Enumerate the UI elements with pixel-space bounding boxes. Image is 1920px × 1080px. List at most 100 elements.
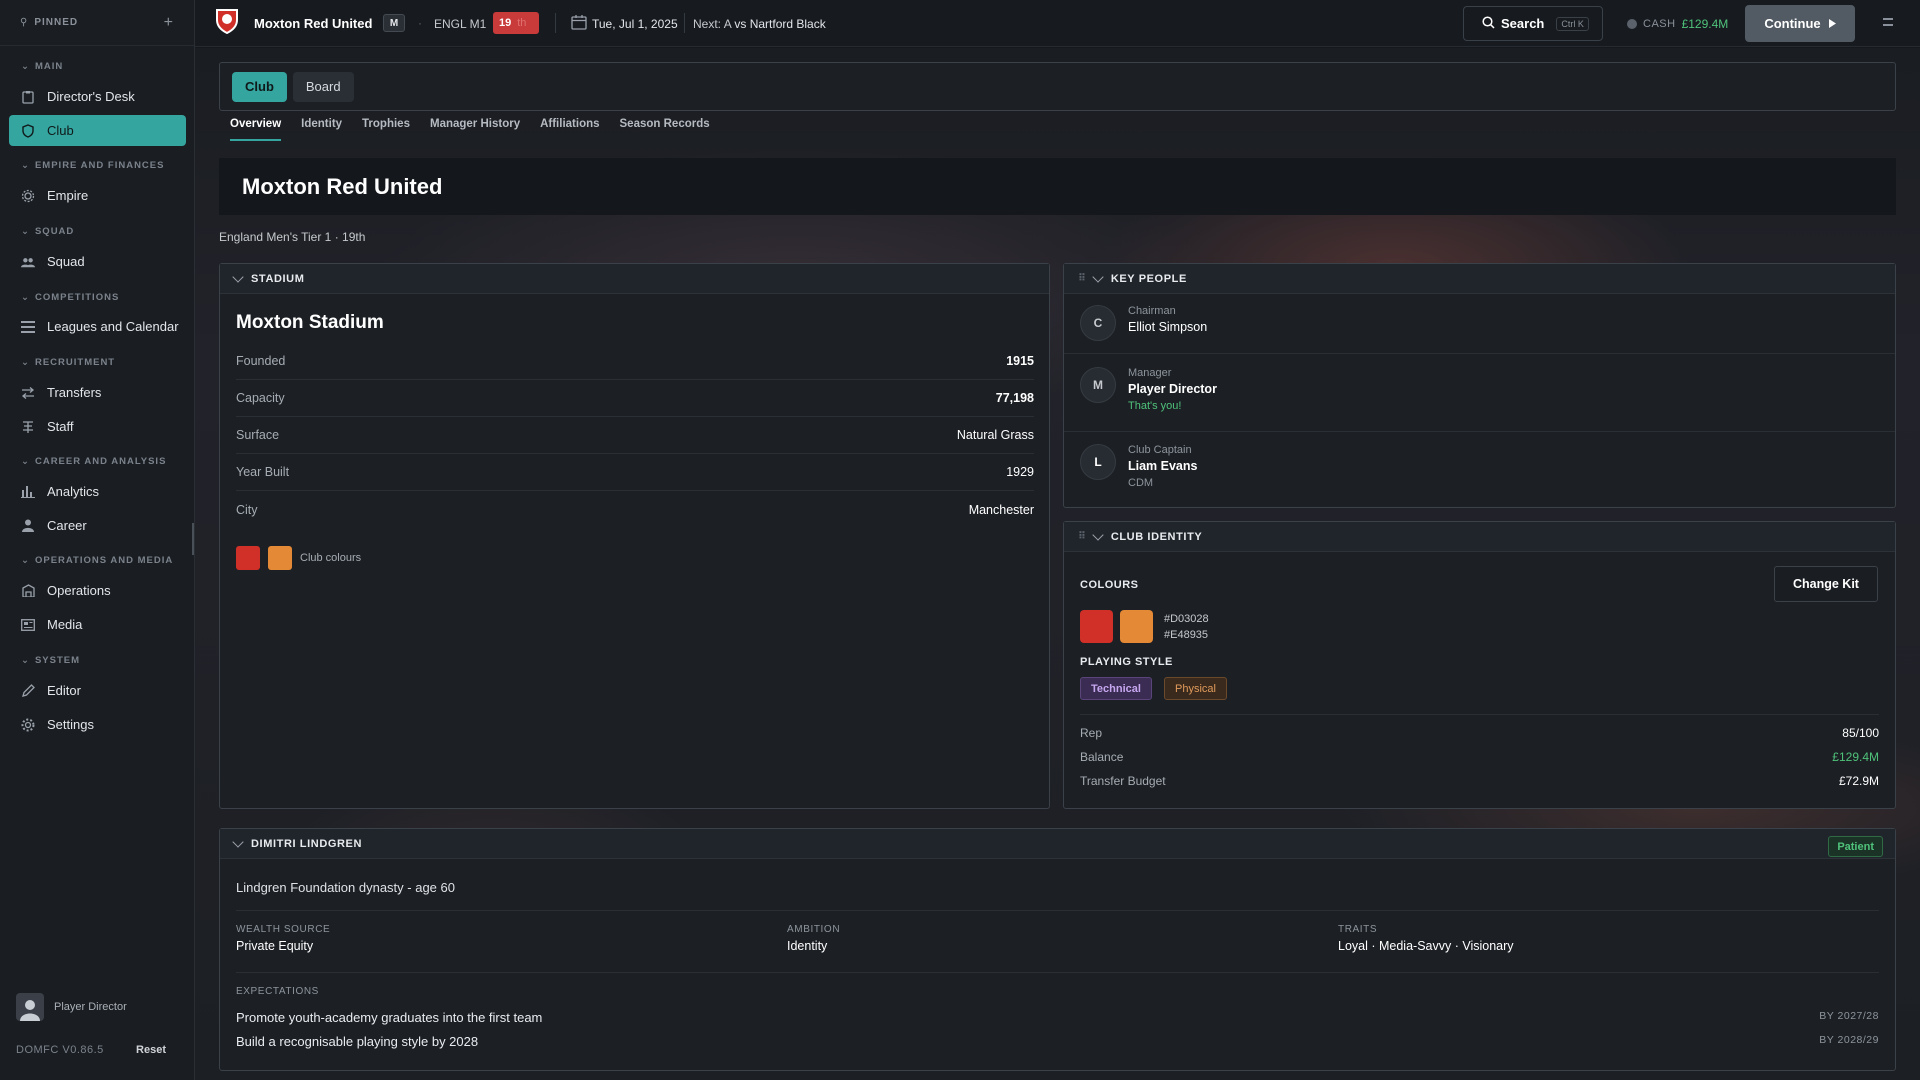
search-shortcut: Ctrl K [1556,16,1589,31]
sidebar-item-squad[interactable]: Squad [9,246,186,277]
tab-club[interactable]: Club [232,71,287,102]
cash-label: CASH [1643,18,1676,30]
section-competitions[interactable]: ⌄ COMPETITIONS [0,292,119,303]
league-position-badge: 19th [493,12,539,34]
next-fixture[interactable]: Next: A vs Nartford Black [693,17,826,31]
reset-button[interactable]: Reset [136,1044,166,1056]
club-badge: M [383,14,405,32]
drag-handle-icon[interactable]: ⠿ [1078,531,1086,542]
sidebar-item-label: Editor [47,683,81,698]
sidebar-item-club[interactable]: Club [9,115,186,146]
colour-swatch-primary [1080,610,1113,643]
change-kit-button[interactable]: Change Kit [1774,566,1878,602]
playing-style-label: PLAYING STYLE [1080,656,1173,668]
chevron-down-icon: ⌄ [21,655,30,666]
sidebar-item-staff[interactable]: Staff [9,411,186,442]
style-chip-physical: Physical [1164,677,1227,700]
colours-label: COLOURS [1080,579,1139,591]
bar-chart-icon [21,485,35,499]
section-main[interactable]: ⌄ MAIN [0,61,63,72]
sidebar-item-leagues[interactable]: Leagues and Calendar [9,311,186,342]
add-pin-button[interactable]: + [164,14,174,32]
sidebar-item-label: Club [47,123,74,138]
club-name[interactable]: Moxton Red United [254,16,372,31]
continue-button[interactable]: Continue [1745,5,1855,42]
sidebar-item-label: Squad [47,254,85,269]
subtab-overview[interactable]: Overview [230,118,282,141]
shield-icon [21,123,35,138]
sidebar-item-label: Career [47,518,87,533]
section-squad[interactable]: ⌄ SQUAD [0,226,74,237]
colour-swatch-primary [236,546,260,570]
chevron-down-icon [232,835,244,848]
key-people-panel: ⠿ KEY PEOPLE C Chairman Elliot Simpson M … [1063,263,1896,508]
chevron-down-icon: ⌄ [21,555,30,566]
league-label[interactable]: ENGL M1 [434,17,486,31]
topbar: Moxton Red United M · ENGL M1 19th Tue, … [195,0,1920,47]
section-system[interactable]: ⌄ SYSTEM [0,655,80,666]
colour-swatch-secondary [268,546,292,570]
sidebar-item-career[interactable]: Career [9,510,186,541]
sidebar-item-label: Operations [47,583,111,598]
drag-handle-icon[interactable]: ⠿ [1078,273,1086,284]
chevron-down-icon: ⌄ [21,357,30,368]
version-label: DOMFC V0.86.5 [16,1044,104,1056]
cash-value: £129.4M [1681,17,1729,31]
sidebar-item-analytics[interactable]: Analytics [9,476,186,507]
person-chairman[interactable]: C Chairman Elliot Simpson [1080,305,1207,341]
chevron-down-icon: ⌄ [21,160,30,171]
search-button[interactable]: Search Ctrl K [1463,6,1603,41]
section-operations[interactable]: ⌄ OPERATIONS AND MEDIA [0,555,173,566]
section-recruitment[interactable]: ⌄ RECRUITMENT [0,357,115,368]
sidebar-item-label: Media [47,617,83,632]
avatar: C [1080,305,1116,341]
person-manager[interactable]: M Manager Player Director That's you! [1080,367,1217,412]
sidebar-item-settings[interactable]: Settings [9,709,186,740]
sidebar-item-directors-desk[interactable]: Director's Desk [9,81,186,112]
key-people-panel-header[interactable]: ⠿ KEY PEOPLE [1064,264,1895,294]
sidebar-item-empire[interactable]: Empire [9,180,186,211]
sidebar-item-transfers[interactable]: Transfers [9,377,186,408]
sidebar-item-editor[interactable]: Editor [9,675,186,706]
club-identity-panel-header[interactable]: ⠿ CLUB IDENTITY [1064,522,1895,552]
sidebar-item-label: Analytics [47,484,100,499]
temperament-badge: Patient [1828,836,1883,857]
club-colours: Club colours [236,546,361,570]
subtab-affiliations[interactable]: Affiliations [540,118,599,141]
owner-panel-header[interactable]: DIMITRI LINDGREN [220,829,1895,859]
stat-row-surface: Surface Natural Grass [236,417,1034,454]
sidebar-item-operations[interactable]: Operations [9,575,186,606]
sidebar-item-media[interactable]: Media [9,609,186,640]
sidebar-user[interactable]: Player Director [16,993,127,1021]
gear-icon [21,189,35,203]
section-career[interactable]: ⌄ CAREER AND ANALYSIS [0,456,166,467]
chevron-down-icon: ⌄ [21,226,30,237]
cash-icon [1627,19,1637,29]
subtab-identity[interactable]: Identity [301,118,342,141]
wealth-source: WEALTH SOURCE Private Equity [236,924,331,953]
stadium-panel-header[interactable]: STADIUM [220,264,1049,294]
section-empire[interactable]: ⌄ EMPIRE AND FINANCES [0,160,164,171]
transfer-budget-row: Transfer Budget £72.9M [1080,774,1879,788]
chevron-down-icon [232,270,244,283]
sub-tabs: Overview Identity Trophies Manager Histo… [230,118,710,141]
owner-dynasty: Lindgren Foundation dynasty - age 60 [236,880,455,895]
sidebar-resize-handle[interactable] [192,523,194,555]
subtab-manager-history[interactable]: Manager History [430,118,520,141]
play-icon [1828,16,1836,31]
subtab-trophies[interactable]: Trophies [362,118,410,141]
avatar: M [1080,367,1116,403]
pencil-icon [21,684,35,698]
subtab-season-records[interactable]: Season Records [620,118,710,141]
clipboard-icon [21,90,35,104]
divider [1064,431,1895,432]
sidebar-footer: DOMFC V0.86.5 Reset [16,1044,166,1056]
divider [236,910,1879,911]
user-name: Player Director [54,1001,127,1013]
person-club-captain[interactable]: L Club Captain Liam Evans CDM [1080,444,1197,489]
menu-icon[interactable] [1883,18,1893,26]
tab-board[interactable]: Board [292,71,354,102]
avatar [16,993,44,1021]
sidebar-item-label: Empire [47,188,89,203]
chevron-down-icon: ⌄ [21,61,30,72]
